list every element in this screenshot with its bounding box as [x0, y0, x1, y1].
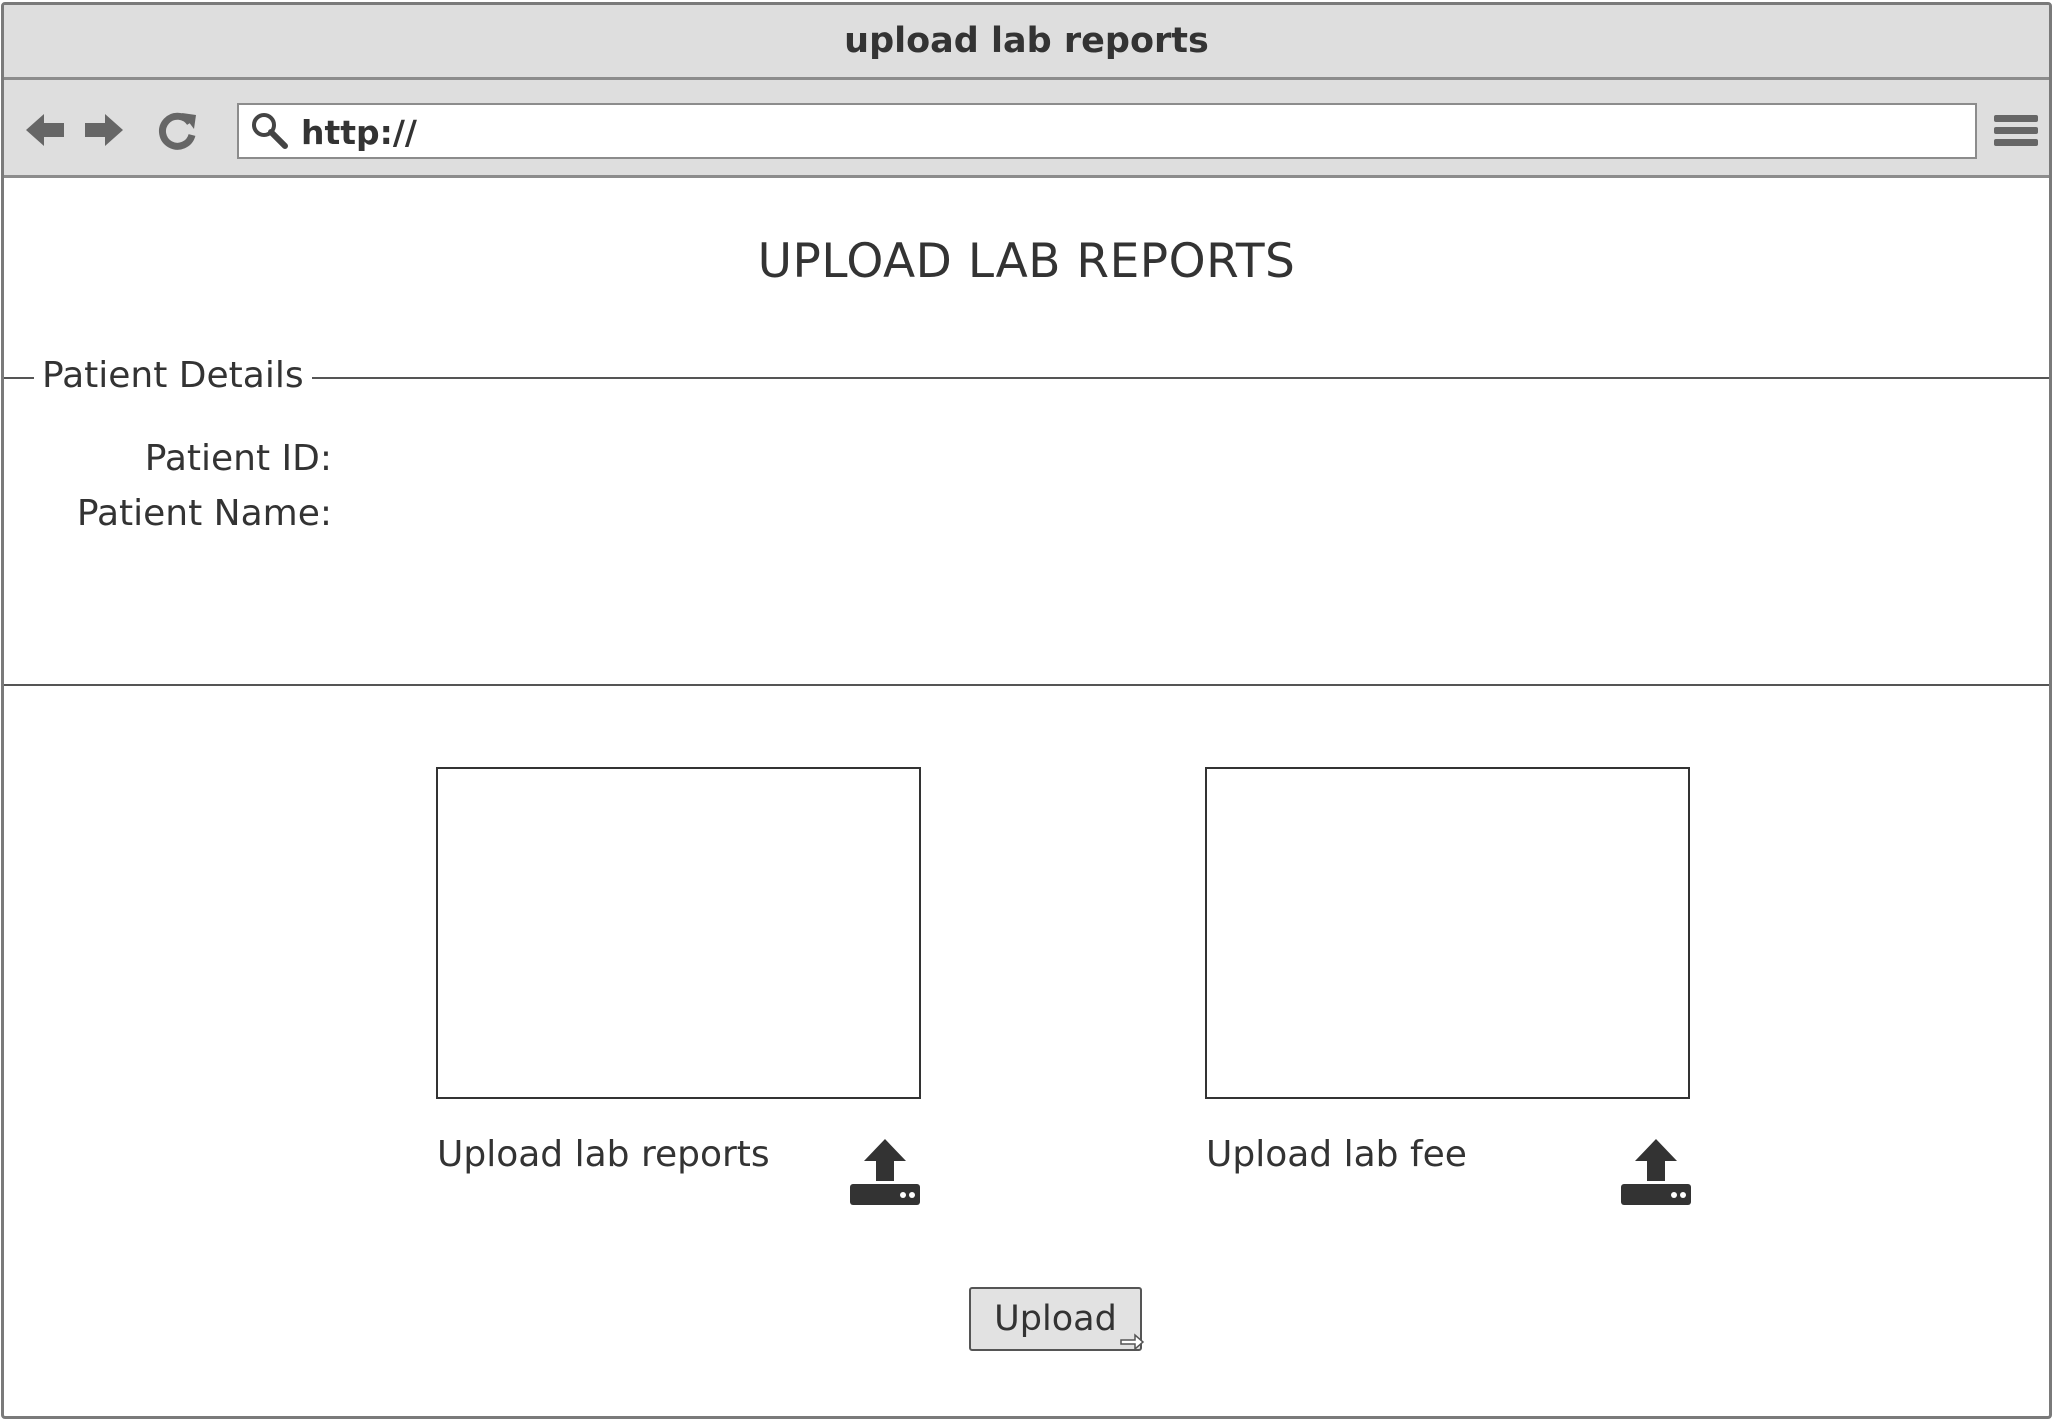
back-arrow-icon[interactable] [22, 107, 68, 153]
patient-details-legend: Patient Details [34, 354, 312, 398]
page-title: UPLOAD LAB REPORTS [757, 234, 1296, 289]
url-text: http:// [301, 113, 417, 152]
upload-lab-reports-label: Upload lab reports [437, 1134, 770, 1175]
click-cursor-icon [1119, 1332, 1145, 1352]
address-bar[interactable]: http:// [237, 103, 1977, 159]
browser-toolbar: http:// [4, 80, 2049, 178]
search-icon [247, 109, 291, 153]
window-title: upload lab reports [4, 5, 2049, 80]
patient-id-label: Patient ID: [144, 438, 332, 479]
page-content: UPLOAD LAB REPORTS Patient Details Patie… [4, 179, 2049, 1416]
lab-reports-drop-area[interactable] [436, 767, 921, 1099]
lab-fee-drop-area[interactable] [1205, 767, 1690, 1099]
section-divider [4, 684, 2049, 686]
upload-icon[interactable] [1619, 1137, 1693, 1207]
reload-icon[interactable] [154, 107, 200, 153]
upload-button[interactable]: Upload [969, 1287, 1142, 1351]
upload-lab-fee-label: Upload lab fee [1206, 1134, 1467, 1175]
hamburger-menu-icon[interactable] [1992, 107, 2040, 153]
upload-icon[interactable] [848, 1137, 922, 1207]
forward-arrow-icon[interactable] [81, 107, 127, 153]
browser-window: upload lab reports http:// UPLOAD LAB RE… [1, 2, 2052, 1419]
patient-name-label: Patient Name: [76, 493, 332, 534]
